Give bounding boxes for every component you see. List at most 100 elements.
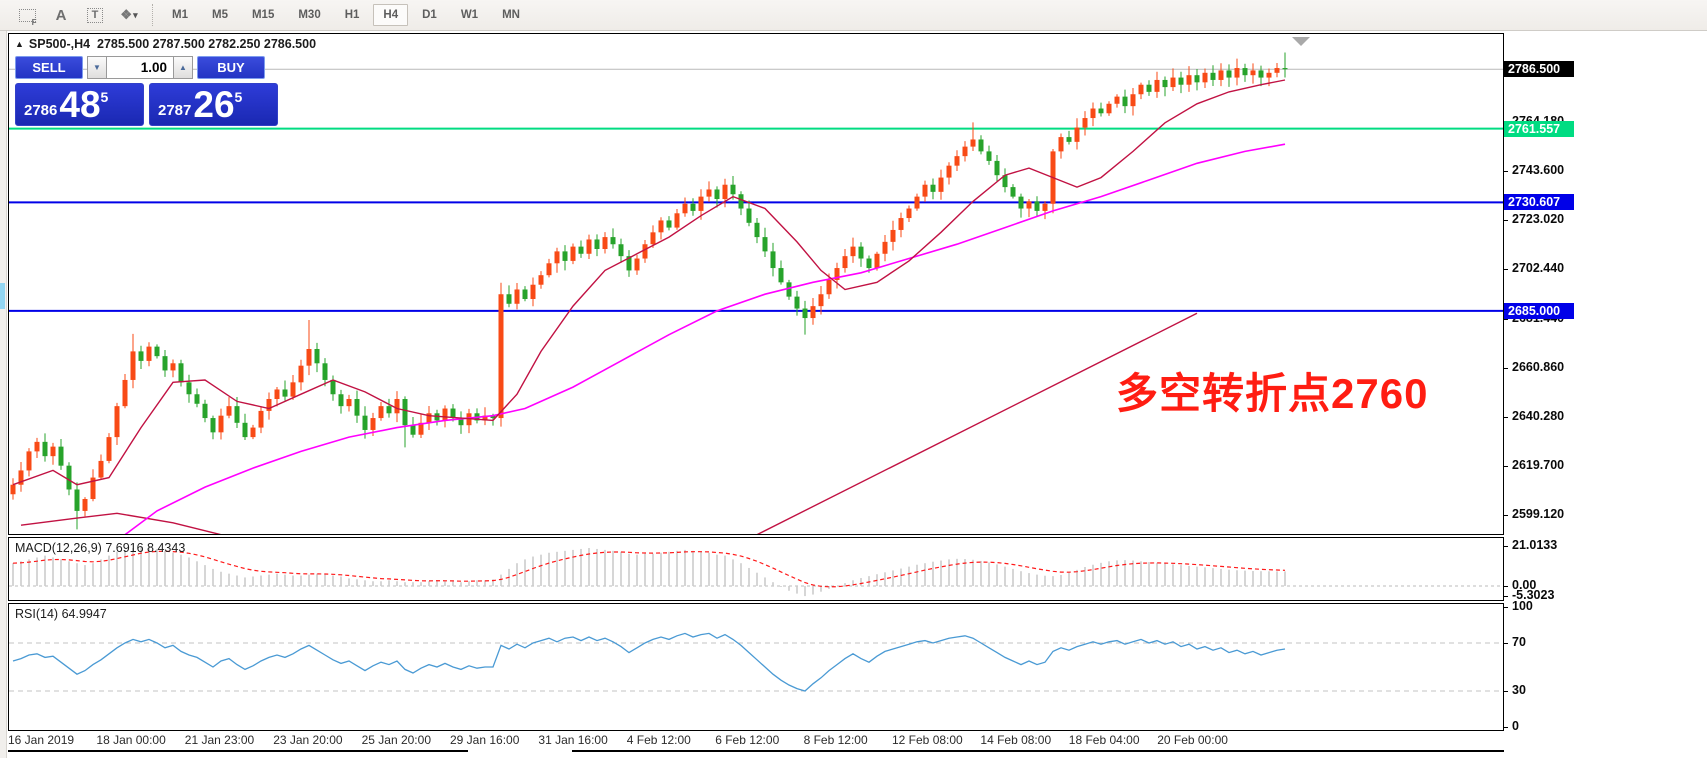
sell-price-major: 2786 — [24, 102, 57, 122]
rsi-tick-70: 70 — [1512, 635, 1526, 649]
toolbar: A T ❖ ▾ M1M5M15M30H1H4D1W1MN — [0, 0, 1707, 31]
time-label-4: 23 Jan 20:00 — [273, 733, 342, 747]
rsi-label: RSI(14) — [15, 607, 58, 621]
rsi-canvas[interactable] — [9, 604, 1503, 730]
time-label-14: 20 Feb 00:00 — [1157, 733, 1228, 747]
buy-quote-box[interactable]: 2787 26 5 — [149, 83, 278, 126]
time-label-10: 8 Feb 12:00 — [804, 733, 868, 747]
buy-button[interactable]: BUY — [197, 56, 265, 79]
price-tick-2599.120: 2599.120 — [1512, 507, 1564, 521]
price-tick-2640.280: 2640.280 — [1512, 409, 1564, 423]
macd-header: MACD(12,26,9) 7.6916 8.4343 — [15, 541, 185, 555]
axis-tick — [1504, 596, 1508, 597]
chart-symbol: SP500-,H4 — [29, 37, 90, 51]
axis-tick — [1504, 586, 1508, 587]
bottom-window-edge-left — [8, 750, 468, 758]
ohlc-high: 2787.500 — [153, 37, 205, 51]
left-strip-marker — [0, 283, 5, 309]
axis-tick — [1504, 220, 1508, 221]
rsi-tick-0: 0 — [1512, 719, 1519, 733]
buy-price-pips: 26 — [193, 89, 234, 122]
timeframe-button-w1[interactable]: W1 — [451, 4, 488, 26]
axis-tick — [1504, 643, 1508, 644]
chart-title: ▲SP500-,H4 2785.500 2787.500 2782.250 27… — [15, 37, 316, 51]
ohlc-low: 2782.250 — [208, 37, 260, 51]
toolbar-separator — [152, 4, 153, 26]
macd-label: MACD(12,26,9) — [15, 541, 102, 555]
axis-tick — [1504, 368, 1508, 369]
axis-tick — [1504, 269, 1508, 270]
axis-tick — [1504, 417, 1508, 418]
price-tick-2702.440: 2702.440 — [1512, 261, 1564, 275]
left-edge-strip — [0, 31, 7, 758]
macd-canvas[interactable] — [9, 538, 1503, 600]
price-badge-2761.557: 2761.557 — [1504, 121, 1574, 137]
axis-tick — [1504, 546, 1508, 547]
mt4-window: A T ❖ ▾ M1M5M15M30H1H4D1W1MN ▲ SP500-,H4 … — [0, 0, 1707, 758]
price-badge-2685.000: 2685.000 — [1504, 303, 1574, 319]
rsi-pane[interactable]: RSI(14) 64.9947 — [8, 603, 1504, 731]
time-label-11: 12 Feb 08:00 — [892, 733, 963, 747]
price-tick-2660.860: 2660.860 — [1512, 360, 1564, 374]
time-label-7: 31 Jan 16:00 — [538, 733, 607, 747]
time-label-5: 25 Jan 20:00 — [362, 733, 431, 747]
axis-tick — [1504, 319, 1508, 320]
macd-pane[interactable]: MACD(12,26,9) 7.6916 8.4343 — [8, 537, 1504, 601]
axis-tick — [1504, 515, 1508, 516]
sell-price-pips: 48 — [59, 89, 100, 122]
text-label-icon[interactable]: T — [78, 3, 112, 27]
chart-collapse-icon[interactable]: ▲ — [15, 39, 24, 49]
chevron-down-icon: ▾ — [133, 10, 138, 21]
time-label-3: 21 Jan 23:00 — [185, 733, 254, 747]
axis-tick — [1504, 607, 1508, 608]
time-label-1: 16 Jan 2019 — [8, 733, 74, 747]
macd-value-signal: 8.4343 — [147, 541, 185, 555]
timeframe-button-m30[interactable]: M30 — [288, 4, 330, 26]
timeframe-button-h4[interactable]: H4 — [373, 4, 408, 26]
time-label-6: 29 Jan 16:00 — [450, 733, 519, 747]
sell-price-fraction: 5 — [101, 89, 109, 105]
sell-quote-box[interactable]: 2786 48 5 — [15, 83, 144, 126]
volume-decrease-button[interactable]: ▼ — [87, 56, 107, 79]
buy-price-major: 2787 — [158, 102, 191, 122]
price-tick-2723.020: 2723.020 — [1512, 212, 1564, 226]
rsi-value: 64.9947 — [62, 607, 107, 621]
bottom-window-edge-right — [572, 750, 1504, 758]
time-axis: 16 Jan 2019 18 Jan 00:00 21 Jan 23:00 23 Ja… — [0, 733, 1500, 749]
grid-template-icon[interactable] — [10, 3, 44, 27]
timeframe-button-mn[interactable]: MN — [492, 4, 530, 26]
time-label-13: 18 Feb 04:00 — [1069, 733, 1140, 747]
rsi-tick-30: 30 — [1512, 683, 1526, 697]
macd-tick-21.0133: 21.0133 — [1512, 538, 1557, 552]
price-tick-2619.700: 2619.700 — [1512, 458, 1564, 472]
timeframe-button-m5[interactable]: M5 — [202, 4, 238, 26]
ohlc-open: 2785.500 — [97, 37, 149, 51]
timeframe-group: M1M5M15M30H1H4D1W1MN — [162, 4, 530, 26]
time-label-9: 6 Feb 12:00 — [715, 733, 779, 747]
timeframe-button-h1[interactable]: H1 — [335, 4, 370, 26]
macd-value-main: 7.6916 — [105, 541, 143, 555]
price-badge-2786.500: 2786.500 — [1504, 61, 1574, 77]
axis-tick — [1504, 691, 1508, 692]
sell-button[interactable]: SELL — [15, 56, 83, 79]
font-icon[interactable]: A — [44, 3, 78, 27]
colors-icon[interactable]: ❖ ▾ — [112, 3, 146, 27]
volume-increase-button[interactable]: ▲ — [173, 56, 193, 79]
timeframe-button-m1[interactable]: M1 — [162, 4, 198, 26]
timeframe-button-m15[interactable]: M15 — [242, 4, 284, 26]
axis-tick — [1504, 466, 1508, 467]
timeframe-button-d1[interactable]: D1 — [412, 4, 447, 26]
axis-tick — [1504, 171, 1508, 172]
rsi-header: RSI(14) 64.9947 — [15, 607, 107, 621]
price-tick-2743.600: 2743.600 — [1512, 163, 1564, 177]
volume-input[interactable] — [107, 56, 173, 79]
colors-glyph: ❖ — [120, 7, 130, 23]
price-badge-2730.607: 2730.607 — [1504, 194, 1574, 210]
one-click-trading-panel: SELL ▼ ▲ BUY 2786 48 5 2787 26 5 — [15, 56, 279, 126]
time-label-8: 4 Feb 12:00 — [627, 733, 691, 747]
time-label-2: 18 Jan 00:00 — [96, 733, 165, 747]
main-chart-pane[interactable]: ▲ SP500-,H4 2785.500 2787.500 2782.250 27… — [8, 33, 1504, 535]
time-label-12: 14 Feb 08:00 — [980, 733, 1051, 747]
axis-tick — [1504, 727, 1508, 728]
chart-annotation-text: 多空转折点2760 — [1116, 360, 1428, 421]
